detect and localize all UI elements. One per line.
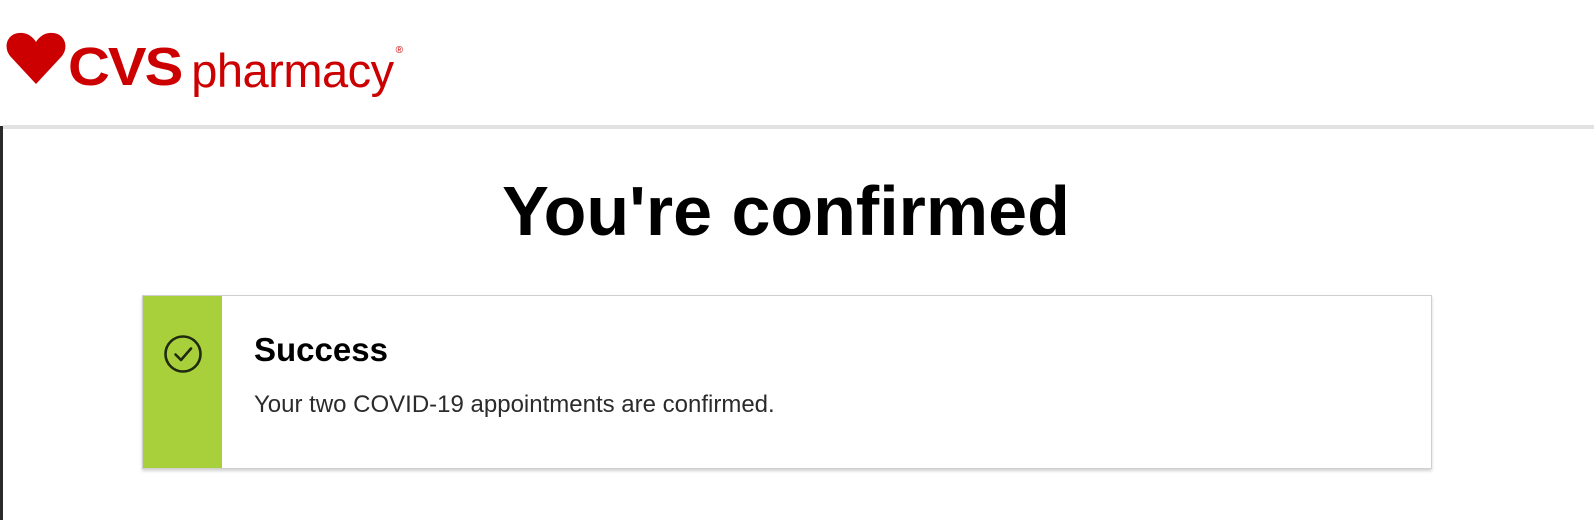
confirmation-page: CVS pharmacy ® You're confirmed Success … [0,0,1594,520]
heart-logo-icon [6,32,66,84]
alert-message: Your two COVID-19 appointments are confi… [254,391,775,418]
page-title: You're confirmed [502,172,1070,250]
logo-product-text: pharmacy [191,44,394,97]
header-divider [3,125,1594,129]
site-header: CVS pharmacy ® [0,0,1594,126]
cvs-pharmacy-logo[interactable]: CVS pharmacy ® [6,30,403,97]
alert-body: Success Your two COVID-19 appointments a… [222,296,775,468]
alert-status-stripe [143,296,222,468]
alert-title: Success [254,331,388,368]
check-circle-icon [164,335,202,373]
success-alert: Success Your two COVID-19 appointments a… [142,295,1432,469]
registered-mark: ® [395,45,403,56]
logo-brand-text: CVS [68,36,183,97]
